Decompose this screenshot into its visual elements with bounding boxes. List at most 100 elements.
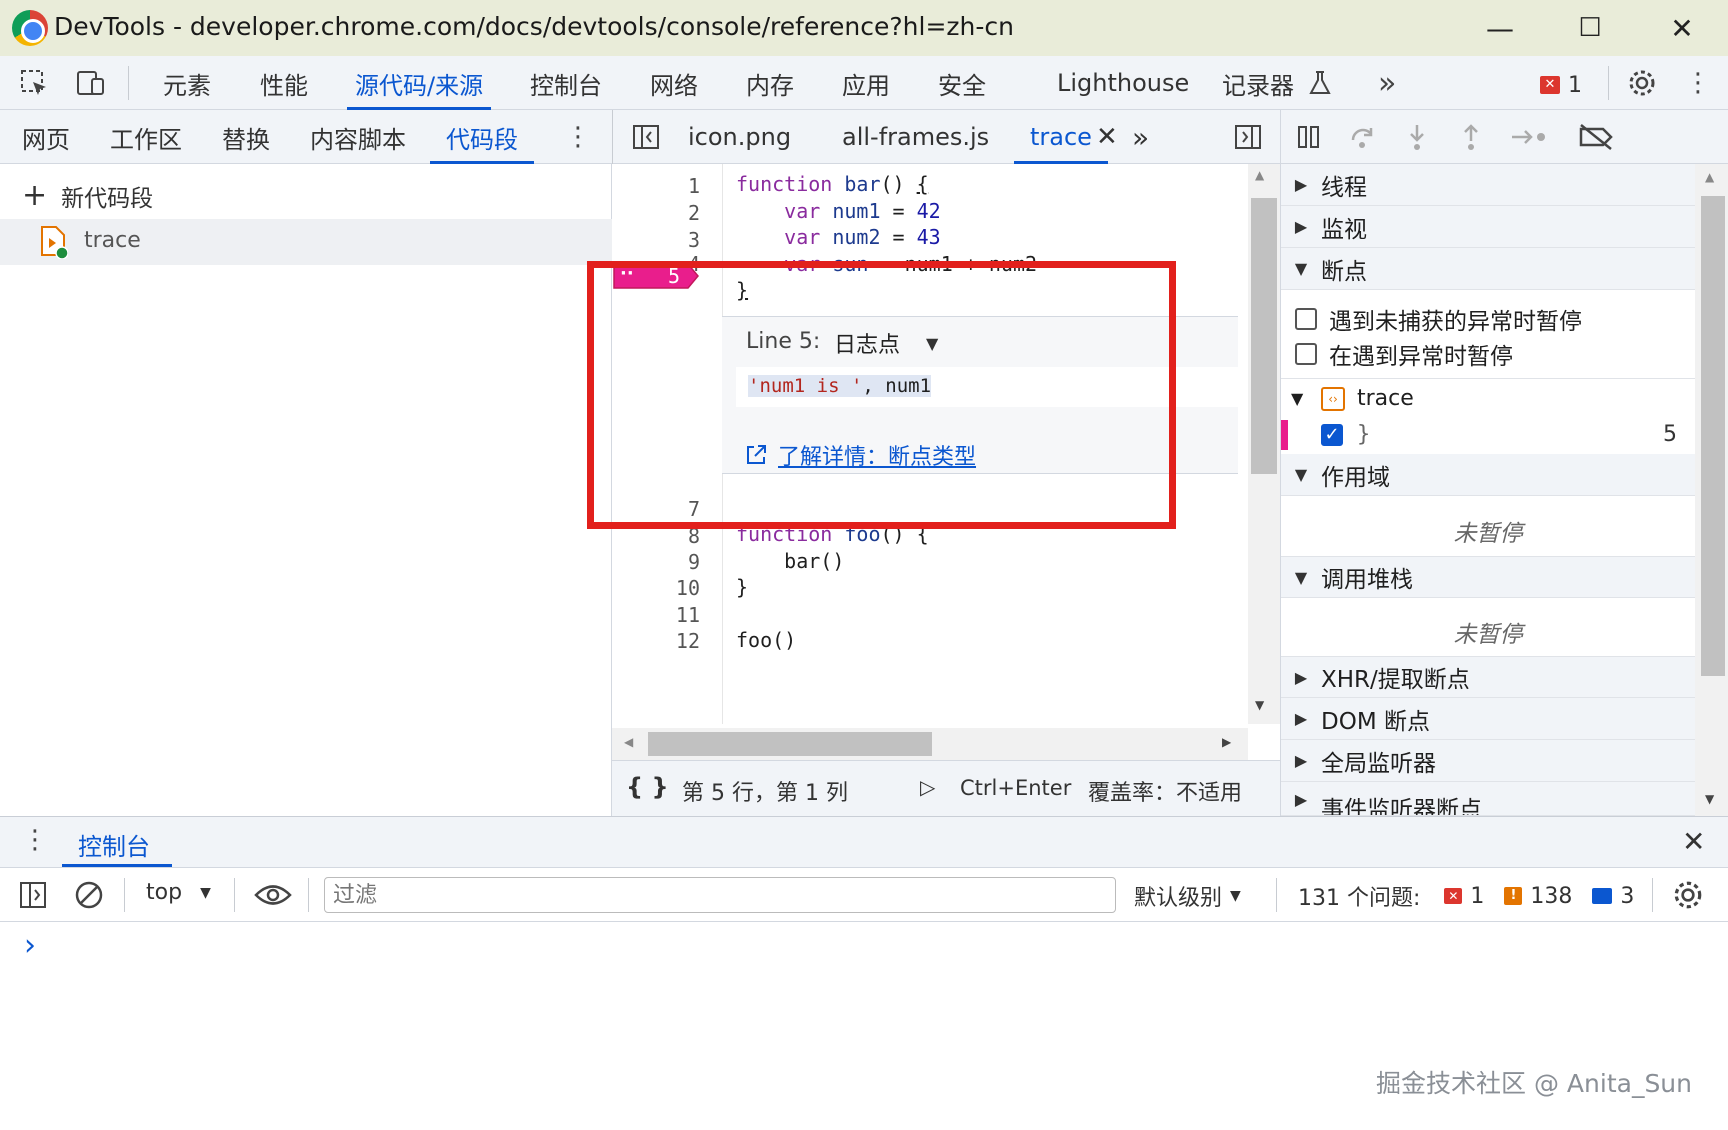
close-window-button[interactable]: ✕ [1652, 8, 1712, 48]
deactivate-breakpoints-icon[interactable] [1571, 118, 1621, 156]
run-shortcut[interactable]: Ctrl+Enter [960, 776, 1071, 800]
issues-info: 3 [1620, 883, 1635, 909]
pause-icon[interactable] [1289, 118, 1329, 156]
scroll-up-icon[interactable]: ▲ [1255, 168, 1264, 182]
toggle-navigator-icon[interactable] [626, 118, 666, 156]
line-number: 1 [687, 174, 700, 198]
console-sidebar-toggle-icon[interactable] [18, 880, 48, 914]
toolbar-divider [234, 878, 235, 912]
caret-down-icon: ▼ [1294, 465, 1308, 484]
chevron-down-icon: ▼ [1230, 888, 1241, 904]
error-counter[interactable]: ✕ 1 [1540, 72, 1582, 98]
step-out-icon[interactable] [1451, 118, 1491, 156]
drawer-tab-console[interactable]: 控制台 [78, 827, 150, 862]
tab-performance[interactable]: 性能 [260, 56, 308, 110]
new-snippet-button[interactable]: + 新代码段 [22, 178, 153, 213]
step-over-icon[interactable] [1343, 118, 1383, 156]
tab-lighthouse[interactable]: Lighthouse [1057, 56, 1189, 110]
section-event-listener-breakpoints[interactable]: ▶ 事件监听器断点 [1281, 782, 1695, 816]
pause-uncaught-checkbox[interactable]: 遇到未捕获的异常时暂停 [1295, 302, 1582, 336]
scroll-left-icon[interactable]: ◀ [624, 735, 633, 749]
log-level-select[interactable]: 默认级别 ▼ [1134, 880, 1241, 912]
console-settings-gear-icon[interactable] [1672, 879, 1704, 915]
section-label: 断点 [1321, 258, 1367, 285]
more-options-kebab-icon[interactable]: ⋮ [1678, 64, 1718, 102]
scroll-right-icon[interactable]: ▶ [1222, 735, 1231, 749]
inspect-element-icon[interactable] [14, 64, 54, 102]
nav-tab-snippets[interactable]: 代码段 [430, 110, 534, 164]
pretty-print-icon[interactable]: { } [626, 773, 669, 801]
run-snippet-icon[interactable]: ▷ [920, 775, 935, 799]
caret-down-icon: ▼ [1294, 259, 1308, 278]
tab-sources[interactable]: 源代码/来源 [346, 56, 492, 110]
tab-recorder[interactable]: 记录器 [1222, 56, 1294, 110]
tab-application[interactable]: 应用 [842, 56, 890, 110]
nav-tab-page[interactable]: 网页 [22, 110, 70, 164]
console-prompt[interactable]: › [24, 928, 36, 963]
clear-console-icon[interactable] [74, 880, 104, 914]
step-icon[interactable] [1505, 118, 1553, 156]
step-into-icon[interactable] [1397, 118, 1437, 156]
horizontal-scroll-thumb[interactable] [648, 732, 932, 756]
editor-horizontal-scrollbar[interactable]: ◀ ▶ [612, 728, 1248, 760]
snippet-item-trace[interactable]: trace [0, 219, 612, 265]
tab-memory[interactable]: 内存 [746, 56, 794, 110]
editor-status-bar: { } 第 5 行，第 1 列 ▷ Ctrl+Enter 覆盖率：不适用 [612, 760, 1280, 816]
more-tabs-button[interactable]: » [1378, 56, 1396, 110]
tab-network[interactable]: 网络 [650, 56, 698, 110]
scroll-thumb[interactable] [1251, 198, 1277, 474]
sidebar-scrollbar[interactable]: ▲ ▼ [1695, 164, 1728, 816]
maximize-button[interactable]: ☐ [1560, 8, 1620, 48]
watermark: 掘金技术社区 @ Anita_Sun [1376, 1069, 1692, 1098]
device-toolbar-icon[interactable] [70, 64, 110, 102]
minimize-button[interactable]: — [1470, 8, 1530, 48]
close-drawer-icon[interactable]: ✕ [1682, 825, 1705, 858]
breakpoint-entry[interactable]: ✓ } 5 [1281, 418, 1695, 454]
editor-vertical-scrollbar[interactable]: ▲ ▼ [1248, 164, 1280, 724]
section-label: 作用域 [1321, 464, 1390, 491]
file-tab-icon-png[interactable]: icon.png [688, 110, 791, 164]
file-tab-all-frames[interactable]: all-frames.js [842, 110, 989, 164]
scroll-down-icon[interactable]: ▼ [1705, 792, 1714, 806]
issues-counter[interactable]: 131 个问题: ✕ 1 ! 138 3 [1298, 880, 1634, 912]
drawer-menu-kebab-icon[interactable]: ⋮ [22, 825, 48, 855]
tab-security[interactable]: 安全 [938, 56, 986, 110]
section-watch[interactable]: ▶ 监视 [1281, 206, 1695, 248]
section-call-stack[interactable]: ▼ 调用堆栈 [1281, 556, 1695, 598]
pause-caught-checkbox[interactable]: 在遇到异常时暂停 [1295, 337, 1513, 371]
more-nav-kebab-icon[interactable]: ⋮ [558, 118, 598, 156]
breakpoint-code: } [1357, 422, 1371, 447]
checkbox-label: 在遇到异常时暂停 [1329, 344, 1513, 370]
checkbox[interactable] [1295, 343, 1317, 365]
console-toolbar: top ▼ 默认级别 ▼ 131 个问题: ✕ 1 ! 138 3 [0, 868, 1728, 922]
settings-gear-icon[interactable] [1622, 64, 1662, 102]
console-output[interactable]: › 掘金技术社区 @ Anita_Sun [0, 922, 1728, 1130]
toggle-debugger-icon[interactable] [1228, 118, 1268, 156]
section-dom-breakpoints[interactable]: ▶ DOM 断点 [1281, 698, 1695, 740]
breakpoint-enabled-checkbox[interactable]: ✓ [1321, 424, 1343, 446]
tab-console[interactable]: 控制台 [530, 56, 602, 110]
more-files-chevron-icon[interactable]: » [1132, 110, 1149, 164]
context-selector[interactable]: top ▼ [146, 880, 211, 905]
nav-tab-overrides[interactable]: 替换 [222, 110, 270, 164]
live-expression-eye-icon[interactable] [254, 880, 292, 914]
scroll-up-icon[interactable]: ▲ [1705, 170, 1714, 184]
section-xhr-breakpoints[interactable]: ▶ XHR/提取断点 [1281, 656, 1695, 698]
caret-right-icon: ▶ [1294, 217, 1308, 236]
section-breakpoints[interactable]: ▼ 断点 [1281, 248, 1695, 290]
breakpoint-file-group[interactable]: ▼ ‹› trace [1291, 386, 1414, 411]
section-global-listeners[interactable]: ▶ 全局监听器 [1281, 740, 1695, 782]
scroll-thumb[interactable] [1701, 196, 1725, 676]
nav-tab-workspace[interactable]: 工作区 [110, 110, 182, 164]
toolbar-divider [1652, 878, 1653, 912]
section-threads[interactable]: ▶ 线程 [1281, 164, 1695, 206]
caret-down-icon: ▼ [1294, 567, 1308, 587]
console-filter-input[interactable] [324, 877, 1116, 913]
file-tab-trace[interactable]: trace [1014, 110, 1108, 164]
checkbox[interactable] [1295, 308, 1317, 330]
tab-elements[interactable]: 元素 [163, 56, 211, 110]
nav-tab-content-scripts[interactable]: 内容脚本 [310, 110, 406, 164]
section-scope[interactable]: ▼ 作用域 [1281, 454, 1695, 496]
scroll-down-icon[interactable]: ▼ [1255, 698, 1264, 712]
close-file-tab-icon[interactable]: ✕ [1096, 110, 1118, 164]
